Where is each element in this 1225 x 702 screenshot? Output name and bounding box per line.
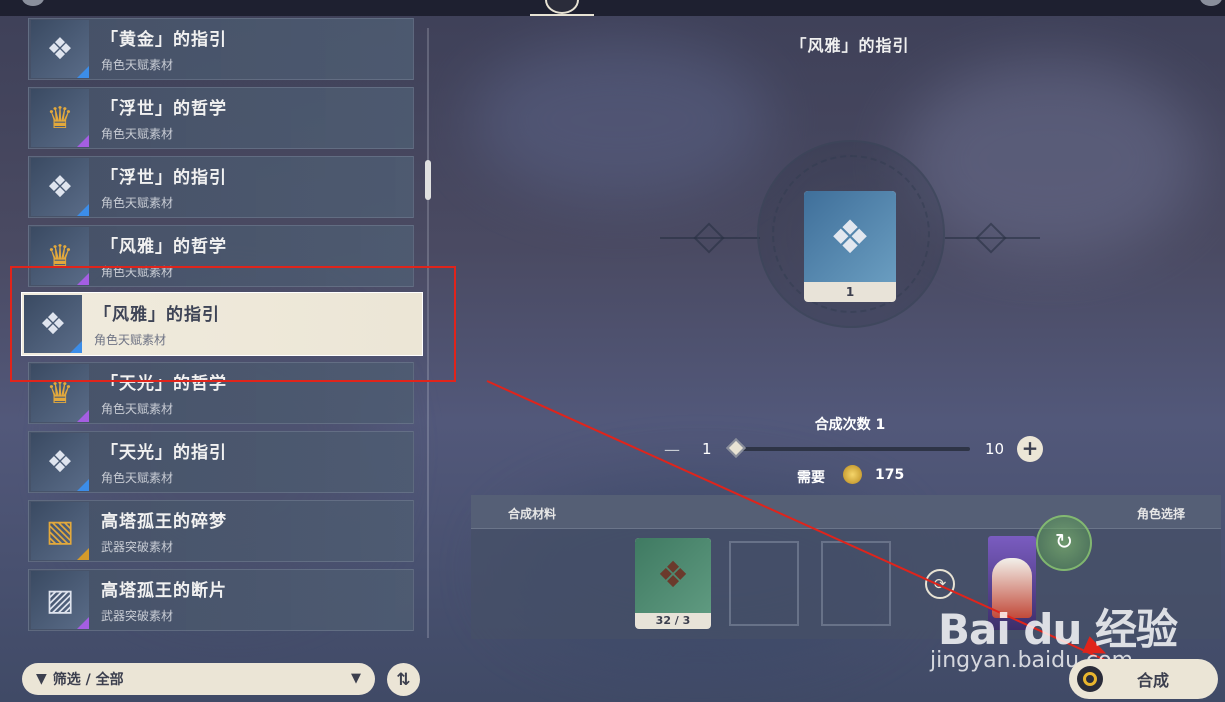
materials-label: 合成材料 [508, 507, 557, 521]
stone-fragment-icon: ▨ [31, 571, 89, 629]
list-item[interactable]: ▧ 高塔孤王的碎梦武器突破素材 [28, 500, 414, 562]
synthesize-button[interactable]: 合成 [1069, 659, 1218, 699]
need-value: 175 [875, 467, 905, 483]
decor-diamond [693, 222, 725, 254]
material-card[interactable]: ❖ 32 / 3 [635, 538, 711, 629]
result-count: 1 [845, 285, 855, 299]
item-name: 高塔孤王的断片 [101, 581, 227, 601]
synthesize-label: 合成 [1137, 671, 1170, 690]
tab-underline [530, 14, 594, 16]
item-category: 武器突破素材 [101, 609, 174, 623]
list-item[interactable]: ▨ 高塔孤王的断片武器突破素材 [28, 569, 414, 631]
item-category: 角色天赋素材 [101, 127, 174, 141]
scroll-guide-icon: ❖ [31, 433, 89, 491]
list-item[interactable]: ❖ 「天光」的指引角色天赋素材 [28, 431, 414, 493]
craft-times-label: 合成次数 1 [814, 417, 886, 433]
list-item[interactable]: ❖ 「黄金」的指引角色天赋素材 [28, 18, 414, 80]
list-item[interactable]: ❖ 「浮世」的指引角色天赋素材 [28, 156, 414, 218]
background-blur [900, 60, 1200, 260]
chevron-down-icon: ▼ [351, 671, 361, 686]
teachings-icon: ❖ [635, 538, 711, 613]
filter-dropdown[interactable]: ▼ 筛选 / 全部 ▼ [22, 663, 375, 695]
filter-icon: ▼ [36, 671, 47, 687]
item-name: 「浮世」的哲学 [101, 99, 227, 119]
plus-button[interactable]: + [1017, 436, 1043, 462]
quantity-slider[interactable] [738, 447, 970, 451]
scroll-guide-icon: ❖ [31, 20, 89, 78]
item-category: 角色天赋素材 [101, 196, 174, 210]
detail-title: 「风雅」的指引 [790, 36, 910, 55]
item-name: 「黄金」的指引 [101, 30, 227, 50]
result-item-card[interactable]: ❖ 1 [804, 191, 896, 302]
item-name: 高塔孤王的碎梦 [101, 512, 227, 532]
sort-icon: ⇅ [396, 669, 411, 690]
confirm-icon [1077, 666, 1103, 692]
list-item[interactable]: ♛ 「浮世」的哲学角色天赋素材 [28, 87, 414, 149]
empty-material-slot [729, 541, 799, 626]
filter-label: 筛选 / 全部 [52, 672, 124, 688]
sort-button[interactable]: ⇅ [387, 663, 420, 696]
item-name: 「天光」的指引 [101, 443, 227, 463]
scroll-guide-icon: ❖ [804, 191, 896, 282]
material-count: 32 / 3 [655, 614, 691, 627]
item-name: 「浮世」的指引 [101, 168, 227, 188]
minus-button[interactable]: — [664, 440, 680, 459]
item-category: 角色天赋素材 [101, 58, 174, 72]
materials-header [471, 495, 1221, 529]
mora-coin-icon [843, 465, 862, 484]
need-label: 需要 [797, 470, 825, 486]
dream-fragment-icon: ▧ [31, 502, 89, 560]
slider-handle[interactable] [726, 438, 746, 458]
item-category: 角色天赋素材 [101, 402, 174, 416]
item-category: 角色天赋素材 [101, 471, 174, 485]
character-select-label: 角色选择 [1137, 507, 1186, 521]
item-category: 武器突破素材 [101, 540, 174, 554]
slider-max: 10 [985, 440, 1005, 458]
crown-philosophy-icon: ♛ [31, 89, 89, 147]
scroll-guide-icon: ❖ [31, 158, 89, 216]
highlight-box [10, 266, 456, 382]
top-bar [0, 0, 1225, 16]
empty-material-slot [821, 541, 891, 626]
refresh-icon[interactable]: ↻ [1036, 515, 1092, 571]
item-name: 「风雅」的哲学 [101, 237, 227, 257]
background-blur [470, 40, 770, 200]
slider-min: 1 [702, 440, 712, 458]
list-scrollbar-thumb[interactable] [425, 160, 431, 200]
